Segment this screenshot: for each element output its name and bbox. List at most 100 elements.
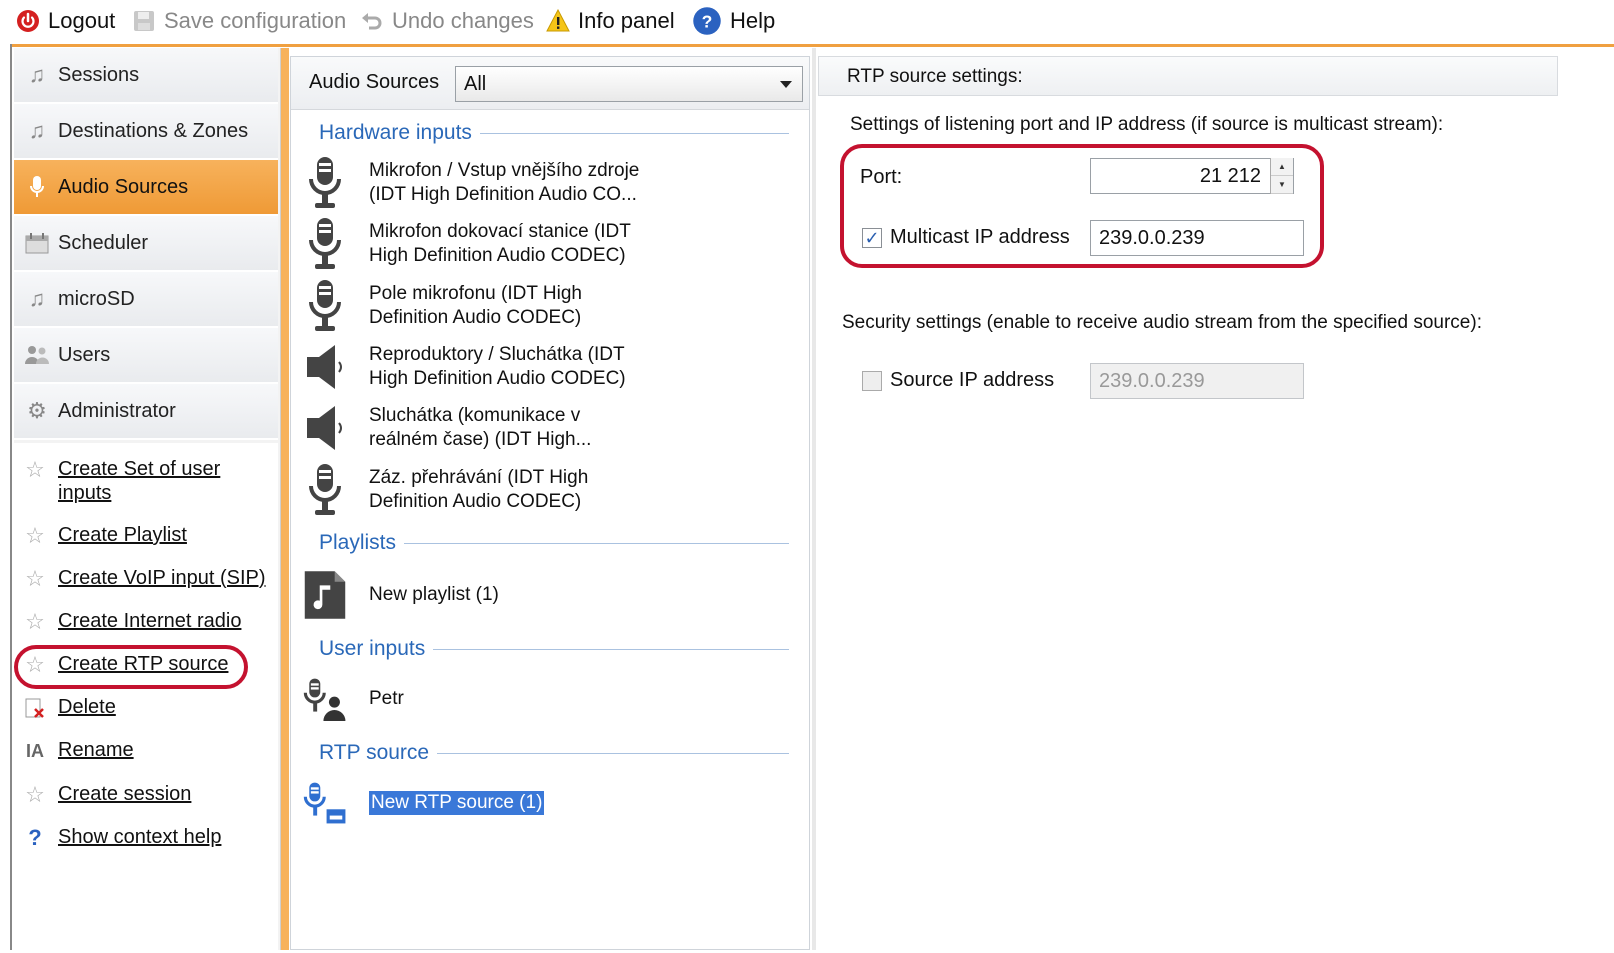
star-icon: ☆ (25, 782, 45, 807)
action-show-context-help[interactable]: ? Show context help (22, 825, 221, 851)
action-delete[interactable]: Delete (22, 695, 116, 721)
source-item[interactable]: Mikrofon / Vstup vnějšího zdroje (IDT Hig… (303, 153, 783, 213)
microphone-icon (303, 461, 347, 519)
section-hardware-inputs: Hardware inputs (319, 121, 789, 145)
panel-splitter[interactable] (812, 48, 816, 950)
music-note-icon: ♫ (28, 62, 46, 87)
toolbar: Logout Save configuration Undo changes I… (0, 0, 1614, 44)
nav-item-audio-sources[interactable]: Audio Sources (14, 160, 278, 216)
help-icon: ? (693, 7, 721, 35)
microphone-user-icon (303, 670, 347, 728)
audio-sources-filter-select[interactable]: All (455, 66, 803, 102)
multicast-ip-input[interactable]: 239.0.0.239 (1090, 220, 1304, 256)
action-create-voip-input[interactable]: ☆ Create VoIP input (SIP) (22, 566, 266, 592)
listening-description: Settings of listening port and IP addres… (850, 114, 1444, 135)
info-panel-button[interactable]: Info panel (546, 6, 675, 36)
source-ip-checkbox[interactable] (862, 371, 882, 391)
nav-item-label: Sessions (58, 63, 140, 86)
source-item-label: Sluchátka (komunikace v reálném čase) (ID… (369, 405, 592, 450)
filter-value: All (464, 73, 487, 95)
speaker-icon (303, 399, 347, 457)
action-create-rtp-source[interactable]: ☆ Create RTP source (22, 652, 228, 678)
source-item[interactable]: Pole mikrofonu (IDT High Definition Audio… (303, 276, 783, 336)
audio-sources-label: Audio Sources (309, 71, 440, 93)
action-label: Rename (58, 739, 134, 761)
action-create-playlist[interactable]: ☆ Create Playlist (22, 523, 187, 549)
help-label: Help (730, 8, 776, 33)
save-configuration-button[interactable]: Save configuration (132, 6, 346, 36)
nav-item-microsd[interactable]: ♫ microSD (14, 272, 278, 328)
port-stepper[interactable]: ▲ ▼ (1270, 158, 1293, 194)
source-ip-label: Source IP address (890, 369, 1055, 391)
undo-changes-button[interactable]: Undo changes (360, 6, 534, 36)
left-navigation: ♫ Sessions ♫ Destinations & Zones Audio … (14, 48, 281, 953)
action-label: Delete (58, 696, 116, 718)
info-panel-label: Info panel (578, 8, 675, 33)
section-rtp-source: RTP source (319, 741, 789, 765)
nav-item-scheduler[interactable]: Scheduler (14, 216, 278, 272)
multicast-checkbox[interactable]: ✓ (862, 228, 882, 248)
action-label: Create VoIP input (SIP) (58, 567, 266, 589)
source-item-label: Záz. přehrávání (IDT High Definition Audi… (369, 467, 589, 512)
port-value: 21 212 (1199, 165, 1261, 187)
rename-icon: IA (26, 740, 44, 761)
rtp-source-item[interactable]: New RTP source (1) (303, 773, 783, 833)
stepper-down-icon[interactable]: ▼ (1271, 176, 1293, 194)
nav-item-label: Destinations & Zones (58, 119, 249, 142)
rtp-source-icon (303, 774, 347, 832)
source-item[interactable]: Mikrofon dokovací stanice (IDT High Defin… (303, 214, 783, 274)
section-title: Playlists (319, 531, 397, 554)
source-item-label: Reproduktory / Sluchátka (IDT High Defini… (369, 344, 626, 389)
audio-sources-header: Audio Sources All (291, 57, 809, 110)
logout-button[interactable]: Logout (16, 6, 115, 36)
microphone-icon (24, 174, 50, 200)
speaker-icon (303, 338, 347, 396)
action-label: Create Set of user inputs (58, 458, 221, 504)
star-icon: ☆ (25, 566, 45, 591)
nav-item-destinations-zones[interactable]: ♫ Destinations & Zones (14, 104, 278, 160)
star-icon: ☆ (25, 652, 45, 677)
source-ip-input[interactable]: 239.0.0.239 (1090, 363, 1304, 399)
section-title: RTP source (319, 741, 430, 764)
action-create-internet-radio[interactable]: ☆ Create Internet radio (22, 609, 241, 635)
power-icon (17, 10, 39, 32)
source-item-label: Mikrofon / Vstup vnějšího zdroje (IDT Hig… (369, 160, 640, 205)
source-item[interactable]: Sluchátka (komunikace v reálném čase) (ID… (303, 398, 783, 458)
star-icon: ☆ (25, 609, 45, 634)
nav-item-sessions[interactable]: ♫ Sessions (14, 48, 278, 104)
panel-splitter[interactable] (281, 48, 289, 950)
nav-item-label: microSD (58, 287, 135, 310)
save-icon (134, 11, 154, 31)
logout-label: Logout (48, 8, 116, 33)
action-list: ☆ Create Set of user inputs ☆ Create Pla… (14, 443, 278, 953)
rtp-settings-title: RTP source settings: (818, 56, 1558, 96)
stepper-up-icon[interactable]: ▲ (1271, 158, 1293, 176)
undo-changes-label: Undo changes (392, 8, 534, 33)
svg-text:?: ? (702, 11, 713, 31)
action-create-set-of-user-inputs[interactable]: ☆ Create Set of user inputs (22, 457, 228, 505)
playlist-item[interactable]: New playlist (1) (303, 565, 783, 625)
question-icon: ? (28, 825, 42, 850)
delete-icon (22, 695, 48, 721)
music-note-icon: ♫ (28, 286, 46, 311)
source-item-label: Pole mikrofonu (IDT High Definition Audio… (369, 283, 582, 328)
user-input-item-label: Petr (369, 688, 404, 709)
action-create-session[interactable]: ☆ Create session (22, 782, 191, 808)
security-description: Security settings (enable to receive aud… (842, 312, 1482, 333)
playlist-icon (303, 566, 347, 624)
action-label: Create RTP source (58, 653, 229, 675)
undo-icon (362, 13, 382, 30)
user-input-item[interactable]: Petr (303, 669, 783, 729)
checkmark-icon: ✓ (864, 228, 880, 248)
star-icon: ☆ (25, 523, 45, 548)
window-edge (10, 44, 12, 950)
nav-item-users[interactable]: Users (14, 328, 278, 384)
action-rename[interactable]: IA Rename (22, 738, 134, 764)
nav-item-administrator[interactable]: ⚙ Administrator (14, 384, 278, 440)
nav-item-label: Users (58, 343, 111, 366)
port-input[interactable]: 21 212 (1090, 158, 1294, 194)
multicast-label: Multicast IP address (890, 226, 1070, 248)
help-button[interactable]: ? Help (692, 6, 775, 36)
source-item[interactable]: Reproduktory / Sluchátka (IDT High Defini… (303, 337, 783, 397)
source-item[interactable]: Záz. přehrávání (IDT High Definition Audi… (303, 460, 783, 520)
